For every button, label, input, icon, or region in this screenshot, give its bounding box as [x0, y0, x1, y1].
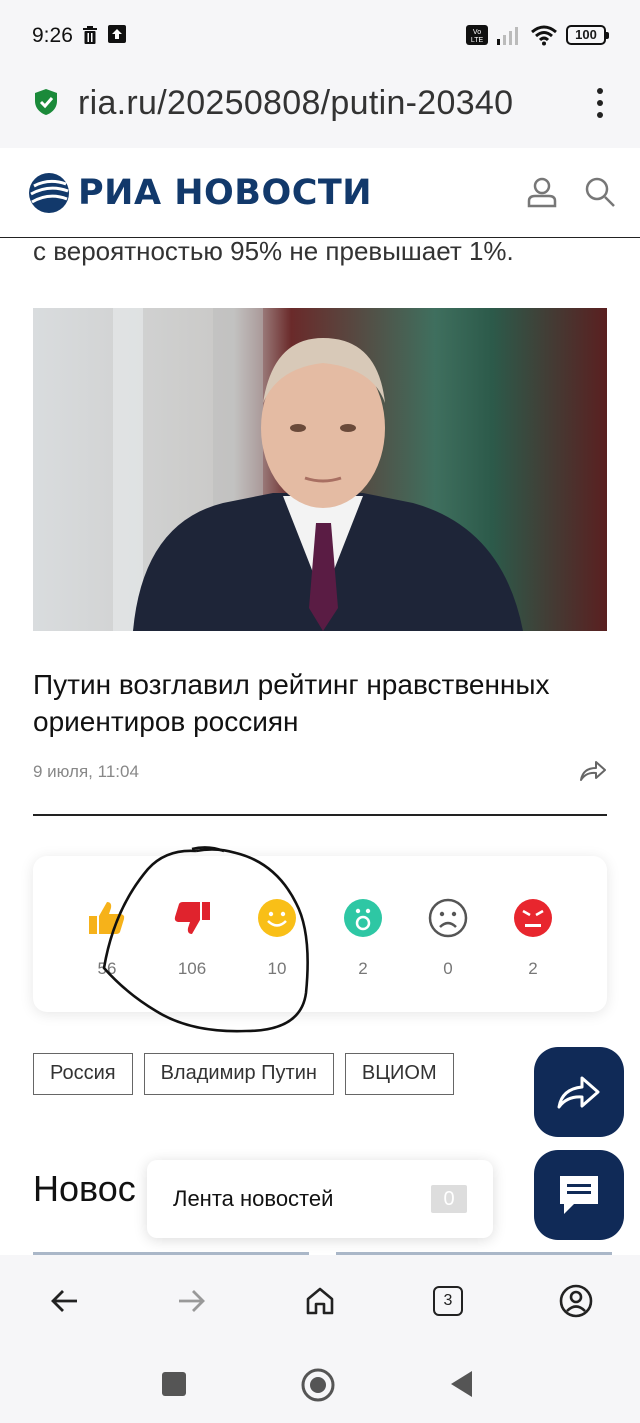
reaction-thumbs-up[interactable]: 56 — [77, 898, 137, 979]
news-section-heading: Новос — [33, 1168, 136, 1209]
related-article-photo[interactable] — [33, 308, 607, 631]
reaction-surprised[interactable]: 2 — [333, 898, 393, 979]
angry-icon — [514, 899, 552, 937]
volte-icon: VoLTE — [466, 25, 488, 45]
forward-arrow-icon — [179, 1290, 205, 1312]
trash-icon — [83, 26, 97, 44]
svg-text:LTE: LTE — [471, 37, 484, 44]
smile-icon — [258, 899, 296, 937]
forward-button[interactable] — [174, 1283, 210, 1319]
tag-item[interactable]: ВЦИОМ — [344, 1053, 454, 1095]
address-bar: ria.ru/20250808/putin-20340 — [0, 70, 640, 148]
tag-item[interactable]: Россия — [33, 1053, 133, 1095]
article-text: с вероятностью 95% не превышает 1%. — [33, 236, 514, 266]
secure-shield-icon[interactable] — [34, 88, 58, 116]
reaction-count: 10 — [267, 959, 287, 978]
sad-icon — [428, 898, 468, 938]
news-feed-label: Лента новостей — [173, 1186, 334, 1211]
tabs-count: 3 — [433, 1286, 463, 1316]
system-navigation-bar — [0, 1347, 640, 1423]
portrait-image — [33, 308, 607, 631]
tabs-button[interactable]: 3 — [430, 1283, 466, 1319]
related-article-date: 9 июля, 11:04 — [33, 762, 139, 781]
site-logo[interactable]: РИА НОВОСТИ — [28, 172, 372, 214]
browser-toolbar: 3 — [0, 1255, 640, 1347]
surprised-icon — [344, 899, 382, 937]
globe-logo-icon — [29, 173, 69, 213]
search-icon[interactable] — [584, 176, 616, 208]
back-arrow-icon — [51, 1290, 77, 1312]
reaction-smile[interactable]: 10 — [247, 898, 307, 979]
logo-text: РИА НОВОСТИ — [78, 173, 373, 213]
svg-text:Vo: Vo — [473, 29, 481, 36]
battery-indicator: 100 — [566, 25, 609, 45]
profile-icon — [559, 1284, 593, 1318]
reaction-thumbs-down[interactable]: 106 — [162, 898, 222, 979]
site-header: РИА НОВОСТИ — [0, 148, 640, 238]
reaction-count: 106 — [177, 959, 207, 978]
chat-fab-button[interactable] — [534, 1150, 624, 1240]
url-field[interactable]: ria.ru/20250808/putin-20340 — [78, 84, 562, 123]
profile-button[interactable] — [558, 1283, 594, 1319]
home-nav-icon[interactable] — [300, 1367, 336, 1403]
status-time: 9:26 — [32, 24, 73, 47]
tag-item[interactable]: Владимир Путин — [143, 1053, 334, 1095]
reaction-count: 56 — [97, 959, 117, 978]
reaction-count: 2 — [358, 959, 368, 978]
status-bar: 9:26 Vo LTE 100 — [0, 0, 640, 70]
signal-icon — [497, 27, 518, 45]
browser-menu-button[interactable] — [596, 88, 604, 118]
back-button[interactable] — [46, 1283, 82, 1319]
share-icon[interactable] — [578, 758, 608, 784]
page: 9:26 Vo LTE 100 ria.ru/20250808/putin-203… — [0, 0, 640, 1423]
news-feed-button[interactable]: Лента новостей 0 — [147, 1160, 493, 1238]
thumbs-down-icon — [174, 902, 210, 934]
share-fab-button[interactable] — [534, 1047, 624, 1137]
reaction-sad[interactable]: 0 — [418, 898, 478, 979]
tag-list: Россия Владимир Путин ВЦИОМ — [33, 1053, 454, 1095]
divider — [33, 814, 607, 816]
home-icon — [306, 1287, 334, 1315]
news-feed-count-badge: 0 — [431, 1185, 467, 1213]
upload-icon — [108, 25, 126, 43]
user-account-icon[interactable] — [526, 176, 558, 208]
thumbs-up-icon — [89, 902, 125, 934]
chat-bubble-icon — [560, 1176, 598, 1214]
recent-apps-icon[interactable] — [160, 1367, 188, 1401]
reaction-angry[interactable]: 2 — [503, 898, 563, 979]
home-button[interactable] — [302, 1283, 338, 1319]
share-arrow-icon — [557, 1076, 600, 1109]
reaction-count: 2 — [528, 959, 538, 978]
back-nav-icon[interactable] — [448, 1367, 476, 1401]
reactions-panel: 56 106 10 2 0 2 — [33, 856, 607, 1012]
related-article-headline[interactable]: Путин возглавил рейтинг нравственных ори… — [33, 666, 613, 740]
wifi-icon — [531, 25, 557, 46]
reaction-count: 0 — [443, 959, 453, 978]
